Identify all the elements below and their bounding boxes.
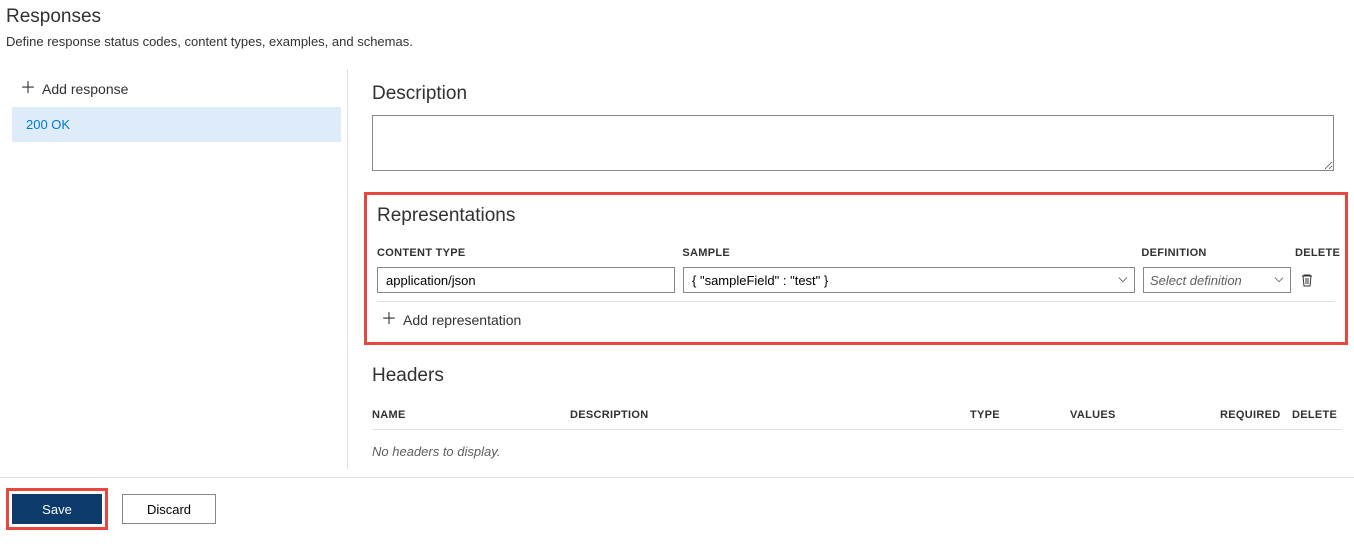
- representations-highlight: Representations CONTENT TYPE SAMPLE DEFI…: [364, 192, 1348, 345]
- representation-row: Select definition: [377, 265, 1335, 302]
- response-item-200[interactable]: 200 OK: [12, 107, 341, 142]
- delete-icon[interactable]: [1299, 272, 1315, 288]
- col-header-type: TYPE: [970, 409, 1070, 421]
- save-button[interactable]: Save: [12, 494, 102, 524]
- col-header-description: DESCRIPTION: [570, 409, 970, 421]
- col-header-values: VALUES: [1070, 409, 1220, 421]
- description-textarea[interactable]: [372, 115, 1334, 171]
- responses-sidebar: ＋ Add response 200 OK: [0, 69, 348, 469]
- representations-columns: CONTENT TYPE SAMPLE DEFINITION DELETE: [377, 237, 1335, 265]
- plus-icon: ＋: [381, 312, 397, 328]
- col-header-name: NAME: [372, 409, 570, 421]
- sample-input[interactable]: [683, 267, 1135, 293]
- content-type-input[interactable]: [377, 267, 675, 293]
- add-response-button[interactable]: ＋ Add response: [12, 77, 347, 101]
- definition-select[interactable]: Select definition: [1143, 267, 1291, 293]
- chevron-down-icon: [1118, 275, 1128, 285]
- sample-value[interactable]: [690, 272, 1118, 289]
- description-heading: Description: [372, 83, 1354, 105]
- page-subtitle: Define response status codes, content ty…: [6, 34, 1354, 49]
- headers-empty-message: No headers to display.: [372, 430, 1342, 459]
- footer-actions: Save Discard: [0, 477, 1354, 548]
- headers-heading: Headers: [372, 365, 1342, 387]
- headers-columns: NAME DESCRIPTION TYPE VALUES REQUIRED DE…: [372, 397, 1342, 430]
- col-definition: DEFINITION: [1141, 247, 1295, 259]
- definition-placeholder: Select definition: [1150, 273, 1242, 288]
- add-response-label: Add response: [42, 81, 128, 97]
- content-type-value[interactable]: [384, 272, 668, 289]
- col-content-type: CONTENT TYPE: [377, 247, 682, 259]
- plus-icon: ＋: [20, 81, 36, 97]
- discard-button[interactable]: Discard: [122, 494, 216, 524]
- col-delete: DELETE: [1295, 247, 1335, 259]
- col-header-delete: DELETE: [1292, 409, 1336, 421]
- save-highlight: Save: [6, 488, 108, 530]
- col-header-required: REQUIRED: [1220, 409, 1292, 421]
- chevron-down-icon: [1274, 275, 1284, 285]
- add-representation-button[interactable]: ＋ Add representation: [377, 302, 1335, 330]
- col-sample: SAMPLE: [682, 247, 1141, 259]
- add-representation-label: Add representation: [403, 312, 521, 328]
- page-title: Responses: [6, 6, 1354, 28]
- representations-heading: Representations: [377, 205, 1335, 227]
